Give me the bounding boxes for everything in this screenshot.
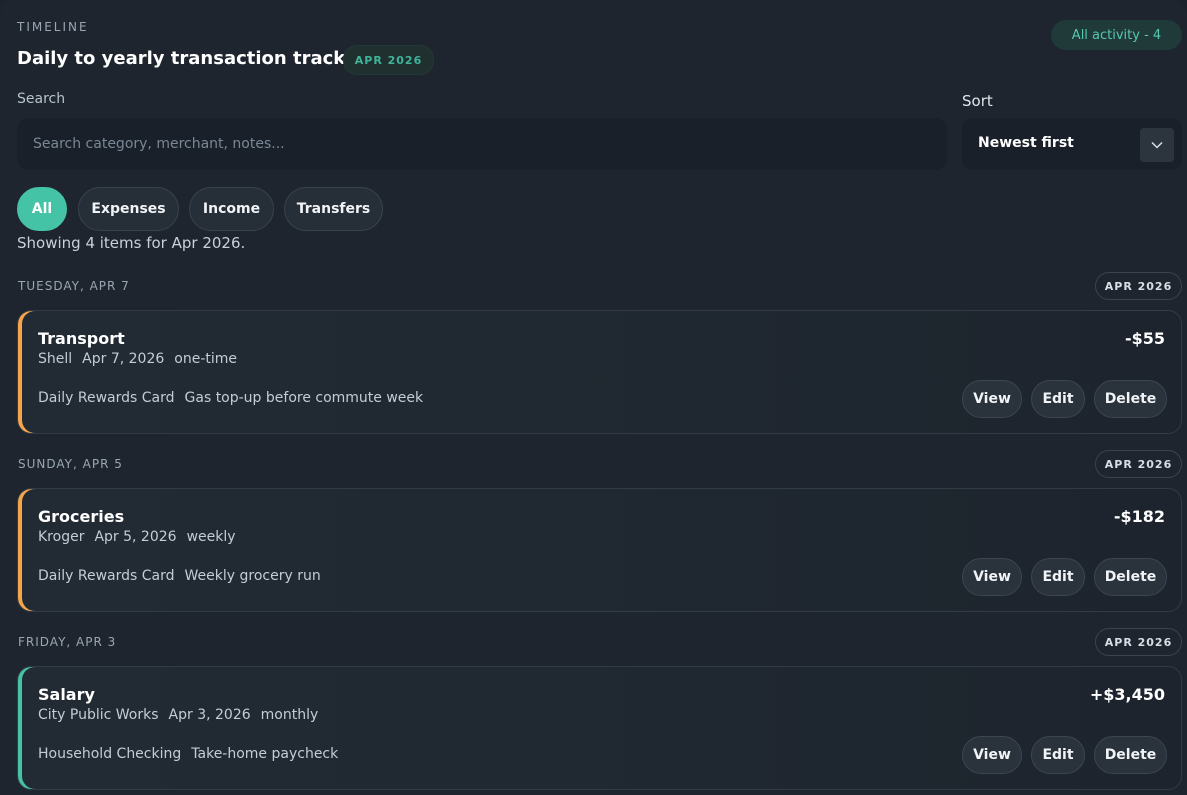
transaction-note: Take-home paycheck	[191, 746, 339, 762]
day-period-badge: APR 2026	[1095, 450, 1182, 478]
results-summary: Showing 4 items for Apr 2026.	[17, 234, 246, 252]
timeline-panel: TIMELINE Daily to yearly transaction tra…	[0, 0, 1187, 795]
view-button[interactable]: View	[962, 558, 1022, 596]
sort-selected-value: Newest first	[978, 135, 1074, 151]
edit-button[interactable]: Edit	[1031, 736, 1085, 774]
transaction-account: Daily Rewards Card	[38, 390, 175, 406]
transaction-details: Daily Rewards Card Gas top-up before com…	[38, 390, 423, 406]
transaction-note: Gas top-up before commute week	[184, 390, 424, 406]
transaction-meta: Kroger Apr 5, 2026 weekly	[38, 529, 236, 545]
transaction-amount: -$182	[1113, 507, 1165, 526]
day-header: SUNDAY, APR 5	[18, 457, 123, 471]
transaction-card-groceries[interactable]: Groceries Kroger Apr 5, 2026 weekly Dail…	[17, 488, 1182, 612]
delete-button[interactable]: Delete	[1094, 558, 1167, 596]
transaction-date: Apr 3, 2026	[168, 707, 251, 723]
view-button[interactable]: View	[962, 380, 1022, 418]
section-eyebrow: TIMELINE	[17, 20, 89, 34]
transaction-card-salary[interactable]: Salary City Public Works Apr 3, 2026 mon…	[17, 666, 1182, 790]
transaction-category: Transport	[38, 329, 125, 348]
day-header: TUESDAY, APR 7	[18, 279, 130, 293]
day-period-badge: APR 2026	[1095, 272, 1182, 300]
transaction-category: Groceries	[38, 507, 125, 526]
all-activity-pill[interactable]: All activity - 4	[1051, 20, 1182, 50]
search-input[interactable]	[17, 118, 947, 170]
transaction-details: Household Checking Take-home paycheck	[38, 746, 338, 762]
sort-label: Sort	[962, 92, 993, 110]
transaction-frequency: weekly	[186, 529, 236, 545]
transaction-amount: +$3,450	[1089, 685, 1165, 704]
day-header: FRIDAY, APR 3	[18, 635, 117, 649]
transaction-category: Salary	[38, 685, 95, 704]
view-button[interactable]: View	[962, 736, 1022, 774]
transaction-frequency: monthly	[260, 707, 319, 723]
filter-chip-income[interactable]: Income	[189, 187, 274, 231]
search-label: Search	[17, 91, 66, 107]
filter-chip-expenses[interactable]: Expenses	[78, 187, 179, 231]
period-badge: APR 2026	[343, 45, 434, 75]
delete-button[interactable]: Delete	[1094, 380, 1167, 418]
transaction-note: Weekly grocery run	[184, 568, 321, 584]
transaction-frequency: one-time	[174, 351, 237, 367]
transaction-amount: -$55	[1124, 329, 1165, 348]
transaction-merchant: Kroger	[38, 529, 85, 545]
day-period-badge: APR 2026	[1095, 628, 1182, 656]
transaction-details: Daily Rewards Card Weekly grocery run	[38, 568, 321, 584]
filter-chip-all[interactable]: All	[17, 187, 67, 231]
transaction-card-transport[interactable]: Transport Shell Apr 7, 2026 one-time Dai…	[17, 310, 1182, 434]
transaction-date: Apr 7, 2026	[82, 351, 165, 367]
transaction-date: Apr 5, 2026	[94, 529, 177, 545]
transaction-merchant: Shell	[38, 351, 73, 367]
transaction-account: Daily Rewards Card	[38, 568, 175, 584]
delete-button[interactable]: Delete	[1094, 736, 1167, 774]
transaction-merchant: City Public Works	[38, 707, 159, 723]
page-title: Daily to yearly transaction tracking	[17, 48, 378, 69]
transaction-account: Household Checking	[38, 746, 182, 762]
transaction-meta: Shell Apr 7, 2026 one-time	[38, 351, 237, 367]
edit-button[interactable]: Edit	[1031, 558, 1085, 596]
filter-chip-transfers[interactable]: Transfers	[284, 187, 383, 231]
sort-select[interactable]: Newest first	[962, 118, 1182, 170]
edit-button[interactable]: Edit	[1031, 380, 1085, 418]
chevron-down-icon[interactable]	[1140, 128, 1174, 162]
transaction-meta: City Public Works Apr 3, 2026 monthly	[38, 707, 318, 723]
